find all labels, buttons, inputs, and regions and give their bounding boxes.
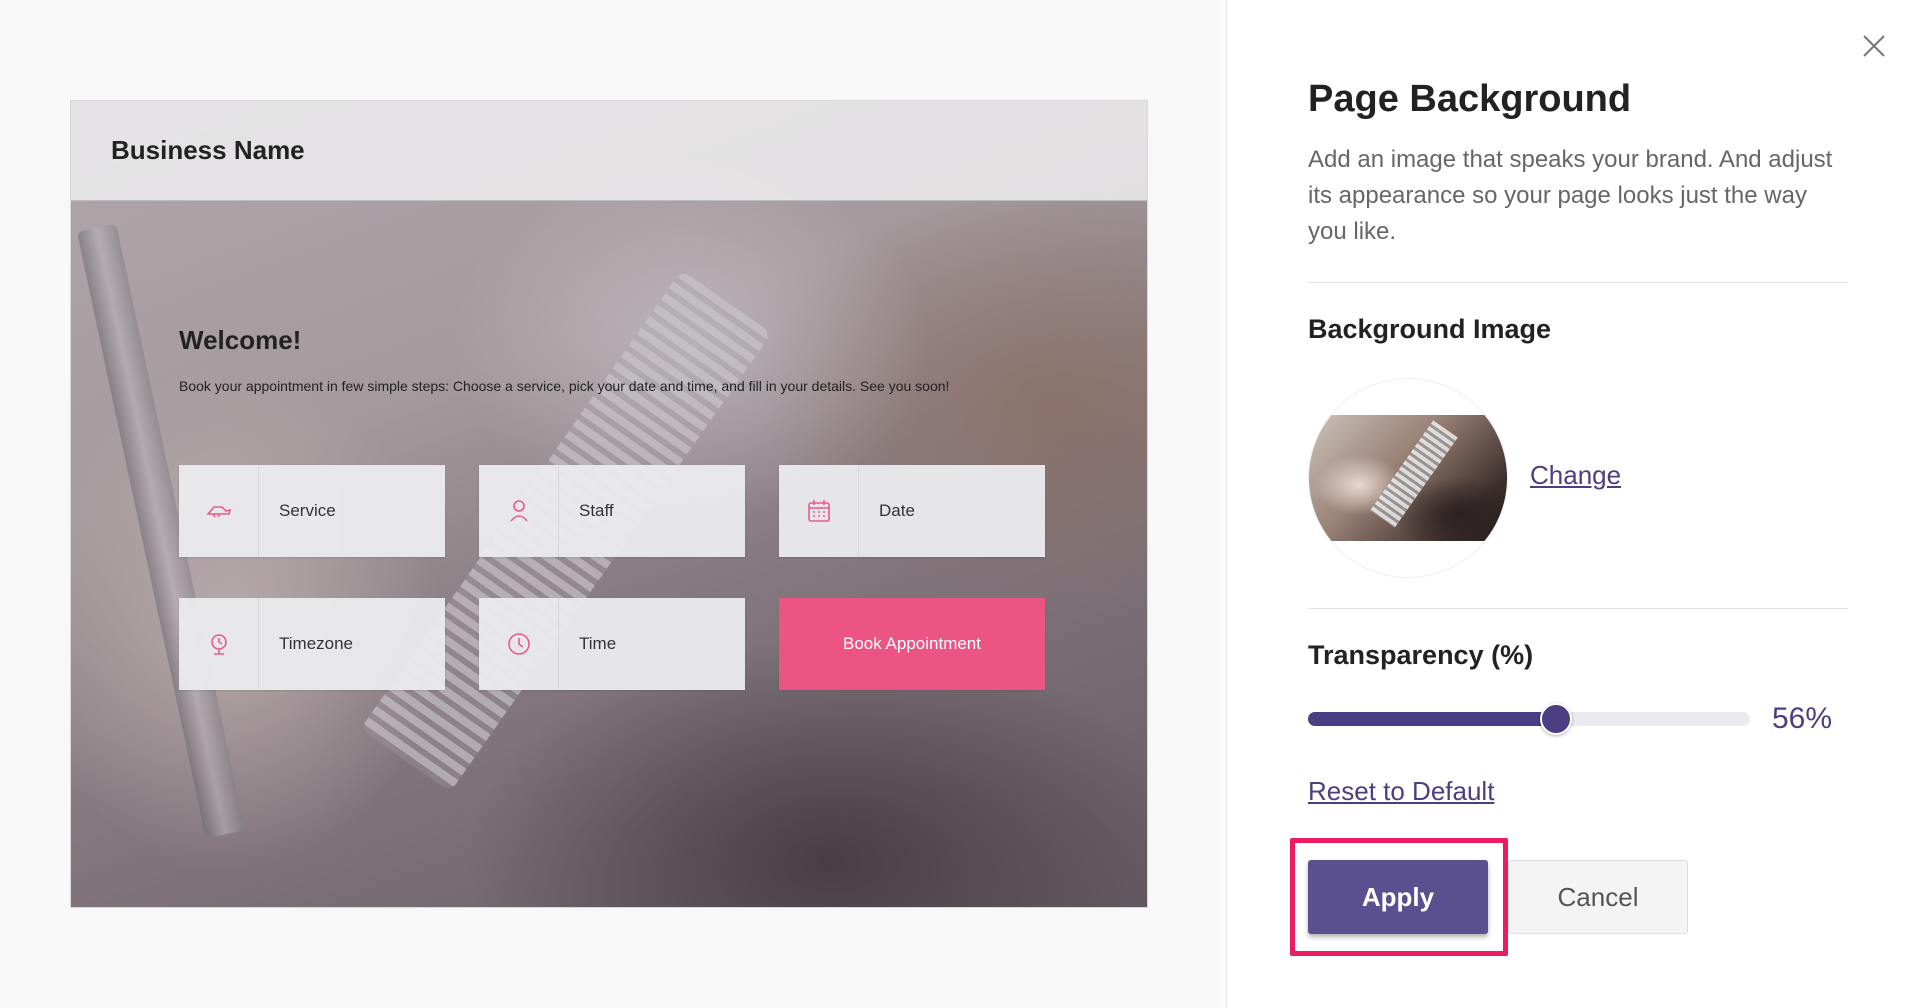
transparency-value: 56% bbox=[1772, 702, 1833, 735]
service-tile[interactable]: Service bbox=[179, 465, 445, 557]
welcome-title: Welcome! bbox=[179, 325, 302, 355]
change-image-link[interactable]: Change bbox=[1530, 460, 1621, 491]
slider-fill bbox=[1308, 712, 1556, 726]
tile-label: Time bbox=[579, 634, 617, 653]
transparency-label: Transparency (%) bbox=[1308, 640, 1534, 670]
clock-icon bbox=[479, 598, 559, 690]
apply-button[interactable]: Apply bbox=[1308, 860, 1488, 934]
calendar-icon bbox=[779, 465, 859, 557]
service-icon bbox=[179, 465, 259, 557]
page-preview: Business Name Welcome! Book your appoint… bbox=[70, 100, 1148, 908]
preview-area: Business Name Welcome! Book your appoint… bbox=[0, 0, 1220, 1008]
globe-icon bbox=[179, 598, 259, 690]
intro-text: Book your appointment in few simple step… bbox=[179, 378, 950, 394]
background-image-label: Background Image bbox=[1308, 314, 1552, 344]
divider bbox=[1308, 282, 1848, 283]
panel-description: Add an image that speaks your brand. And… bbox=[1308, 146, 1833, 245]
book-appointment-button[interactable]: Book Appointment bbox=[779, 598, 1045, 690]
panel-title: Page Background bbox=[1308, 78, 1632, 120]
transparency-slider[interactable] bbox=[1308, 703, 1750, 735]
time-tile[interactable]: Time bbox=[479, 598, 745, 690]
slider-handle[interactable] bbox=[1539, 703, 1572, 735]
cancel-button[interactable]: Cancel bbox=[1508, 860, 1688, 934]
business-name: Business Name bbox=[111, 135, 305, 165]
close-icon[interactable] bbox=[1858, 30, 1890, 62]
date-tile[interactable]: Date bbox=[779, 465, 1045, 557]
tile-label: Service bbox=[279, 501, 336, 520]
staff-icon bbox=[479, 465, 559, 557]
tile-label: Date bbox=[879, 501, 915, 520]
reset-to-default-link[interactable]: Reset to Default bbox=[1308, 776, 1494, 807]
book-appointment-label: Book Appointment bbox=[843, 634, 981, 653]
background-image-thumbnail[interactable] bbox=[1308, 378, 1508, 578]
timezone-tile[interactable]: Timezone bbox=[179, 598, 445, 690]
tile-label: Staff bbox=[579, 501, 614, 520]
staff-tile[interactable]: Staff bbox=[479, 465, 745, 557]
tile-label: Timezone bbox=[279, 634, 354, 653]
preview-header: Business Name bbox=[71, 101, 1147, 201]
divider bbox=[1308, 608, 1848, 609]
